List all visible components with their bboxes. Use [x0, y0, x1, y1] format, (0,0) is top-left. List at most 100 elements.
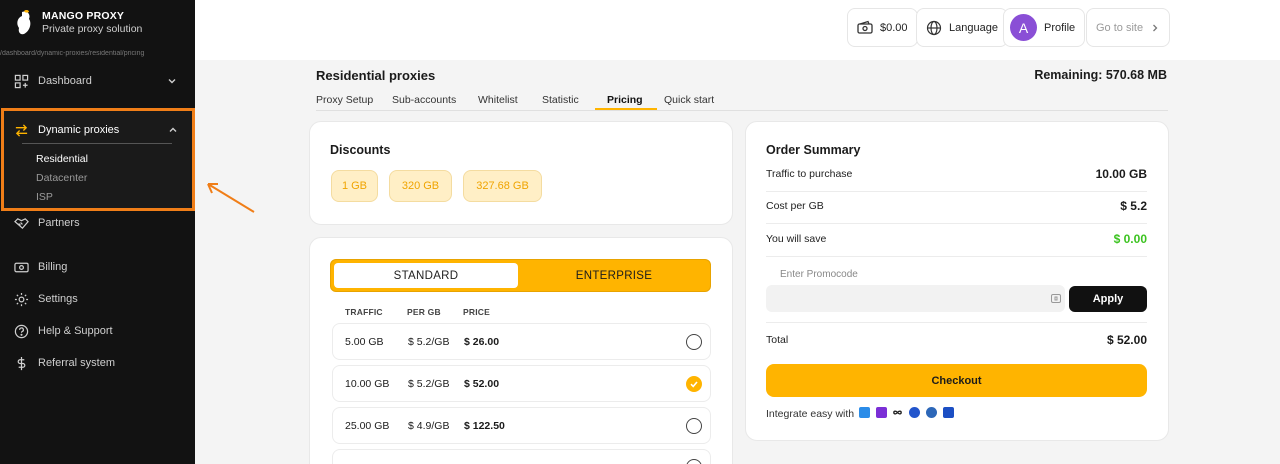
- plan-radio[interactable]: [686, 459, 702, 464]
- tab-sub-accounts[interactable]: Sub-accounts: [392, 94, 456, 106]
- plan-price: $ 122.50: [464, 420, 505, 432]
- summary-row-total: Total $ 52.00: [766, 326, 1147, 358]
- remaining-traffic: Remaining: 570.68 MB: [1034, 68, 1167, 82]
- plan-traffic: 10.00 GB: [345, 378, 390, 390]
- profile-label: Profile: [1044, 21, 1076, 34]
- go-to-site-label: Go to site: [1096, 21, 1144, 34]
- column-header-per-gb: PER GB: [407, 307, 441, 317]
- plan-row[interactable]: 25.00 GB $ 4.9/GB $ 122.50: [332, 407, 711, 444]
- summary-value: $ 5.2: [1120, 199, 1147, 213]
- ticket-icon[interactable]: [1051, 294, 1061, 303]
- active-tab-indicator: [595, 108, 657, 110]
- integration-e-icon[interactable]: [943, 407, 954, 418]
- plan-per-gb: $ 4.9/GB: [408, 420, 450, 432]
- tab-pricing[interactable]: Pricing: [607, 94, 643, 106]
- sidebar-item-label: Billing: [38, 261, 68, 273]
- sidebar-sub-residential[interactable]: Residential: [36, 153, 88, 165]
- plan-type-toggle: STANDARD ENTERPRISE: [330, 259, 711, 292]
- plan-radio-selected[interactable]: [686, 376, 702, 392]
- column-header-price: PRICE: [463, 307, 490, 317]
- balance-button[interactable]: $0.00: [847, 8, 918, 47]
- wallet-icon: [857, 20, 873, 34]
- sidebar-sub-datacenter[interactable]: Datacenter: [36, 172, 87, 184]
- standard-toggle-option[interactable]: STANDARD: [334, 263, 518, 288]
- profile-button[interactable]: A Profile: [1003, 8, 1086, 47]
- summary-row-cost: Cost per GB $ 5.2: [766, 192, 1147, 224]
- tab-whitelist[interactable]: Whitelist: [478, 94, 518, 106]
- discount-chip[interactable]: 1 GB: [331, 170, 378, 202]
- grid-icon: [14, 74, 29, 88]
- go-to-site-button[interactable]: Go to site: [1086, 8, 1171, 47]
- integrate-label: Integrate easy with: [766, 408, 855, 420]
- plan-radio[interactable]: [686, 418, 702, 434]
- swap-arrows-icon: [15, 123, 28, 137]
- language-label: Language: [949, 21, 998, 34]
- summary-row-traffic: Traffic to purchase 10.00 GB: [766, 160, 1147, 192]
- integration-a-icon[interactable]: [859, 407, 870, 418]
- discount-chip[interactable]: 320 GB: [389, 170, 452, 202]
- tab-proxy-setup[interactable]: Proxy Setup: [316, 94, 373, 106]
- discount-chip[interactable]: 327.68 GB: [463, 170, 542, 202]
- plan-price: $ 52.00: [464, 378, 500, 390]
- apply-promo-button[interactable]: Apply: [1069, 286, 1147, 312]
- discounts-title: Discounts: [330, 143, 391, 157]
- checkout-button[interactable]: Checkout: [766, 364, 1147, 397]
- sidebar-item-label: Partners: [38, 217, 80, 229]
- summary-row-save: You will save $ 0.00: [766, 225, 1147, 257]
- plan-traffic: 5.00 GB: [345, 336, 384, 348]
- sidebar-item-help-support[interactable]: Help & Support: [14, 320, 181, 342]
- summary-label: Traffic to purchase: [766, 168, 853, 180]
- plan-price: $ 26.00: [464, 336, 500, 348]
- mango-logo-icon: [17, 10, 31, 35]
- page-title: Residential proxies: [316, 68, 436, 83]
- sidebar-item-label: Help & Support: [38, 325, 113, 337]
- dynamic-proxies-group: Dynamic proxies Residential Datacenter I…: [1, 108, 195, 211]
- summary-label: Total: [766, 334, 789, 346]
- sidebar-sub-isp[interactable]: ISP: [36, 191, 53, 203]
- sidebar-item-referral[interactable]: Referral system: [14, 352, 181, 374]
- top-bar: $0.00 Language A Profile Go to site: [195, 0, 1280, 60]
- chevron-down-icon[interactable]: [167, 76, 177, 86]
- balance-value: $0.00: [880, 21, 908, 34]
- sidebar-item-dashboard[interactable]: Dashboard: [14, 70, 181, 92]
- sidebar-item-dynamic-proxies[interactable]: Dynamic proxies: [14, 119, 182, 141]
- summary-value: $ 0.00: [1113, 232, 1147, 246]
- divider: [766, 322, 1147, 323]
- summary-label: Cost per GB: [766, 200, 824, 212]
- tab-quick-start[interactable]: Quick start: [664, 94, 714, 106]
- infinity-icon[interactable]: [892, 407, 903, 418]
- sidebar-item-label: Referral system: [38, 357, 116, 369]
- sidebar-item-billing[interactable]: Billing: [14, 256, 181, 278]
- plan-radio[interactable]: [686, 334, 702, 350]
- integration-d-icon[interactable]: [926, 407, 937, 418]
- money-icon: [14, 262, 29, 272]
- divider: [22, 143, 172, 144]
- sidebar-item-label: Dynamic proxies: [38, 124, 120, 136]
- avatar: A: [1010, 14, 1037, 41]
- promocode-input[interactable]: [766, 285, 1065, 312]
- annotation-arrow-icon: [207, 183, 255, 213]
- sidebar-item-label: Settings: [38, 293, 78, 305]
- promo-label: Enter Promocode: [780, 269, 858, 280]
- sidebar-item-partners[interactable]: Partners: [14, 212, 181, 234]
- chevron-up-icon[interactable]: [168, 125, 178, 135]
- plan-traffic: 25.00 GB: [345, 420, 390, 432]
- integration-b-icon[interactable]: [876, 407, 887, 418]
- plan-row[interactable]: 10.00 GB $ 5.2/GB $ 52.00: [332, 365, 711, 402]
- tab-statistic[interactable]: Statistic: [542, 94, 579, 106]
- handshake-icon: [14, 217, 29, 229]
- gear-icon: [14, 292, 29, 306]
- brand-name: MANGO PROXY: [42, 10, 125, 22]
- language-button[interactable]: Language: [916, 8, 1008, 47]
- enterprise-toggle-option[interactable]: ENTERPRISE: [521, 263, 707, 288]
- plan-row[interactable]: 5.00 GB $ 5.2/GB $ 26.00: [332, 323, 711, 360]
- summary-value: 10.00 GB: [1095, 167, 1147, 181]
- summary-value: $ 52.00: [1106, 333, 1147, 347]
- plan-row[interactable]: [332, 449, 711, 464]
- sidebar: MANGO PROXY Private proxy solution /dash…: [0, 0, 195, 464]
- sidebar-item-settings[interactable]: Settings: [14, 288, 181, 310]
- help-circle-icon: [14, 324, 29, 338]
- integration-c-icon[interactable]: [909, 407, 920, 418]
- brand[interactable]: MANGO PROXY Private proxy solution: [14, 10, 142, 36]
- dollar-icon: [17, 356, 26, 370]
